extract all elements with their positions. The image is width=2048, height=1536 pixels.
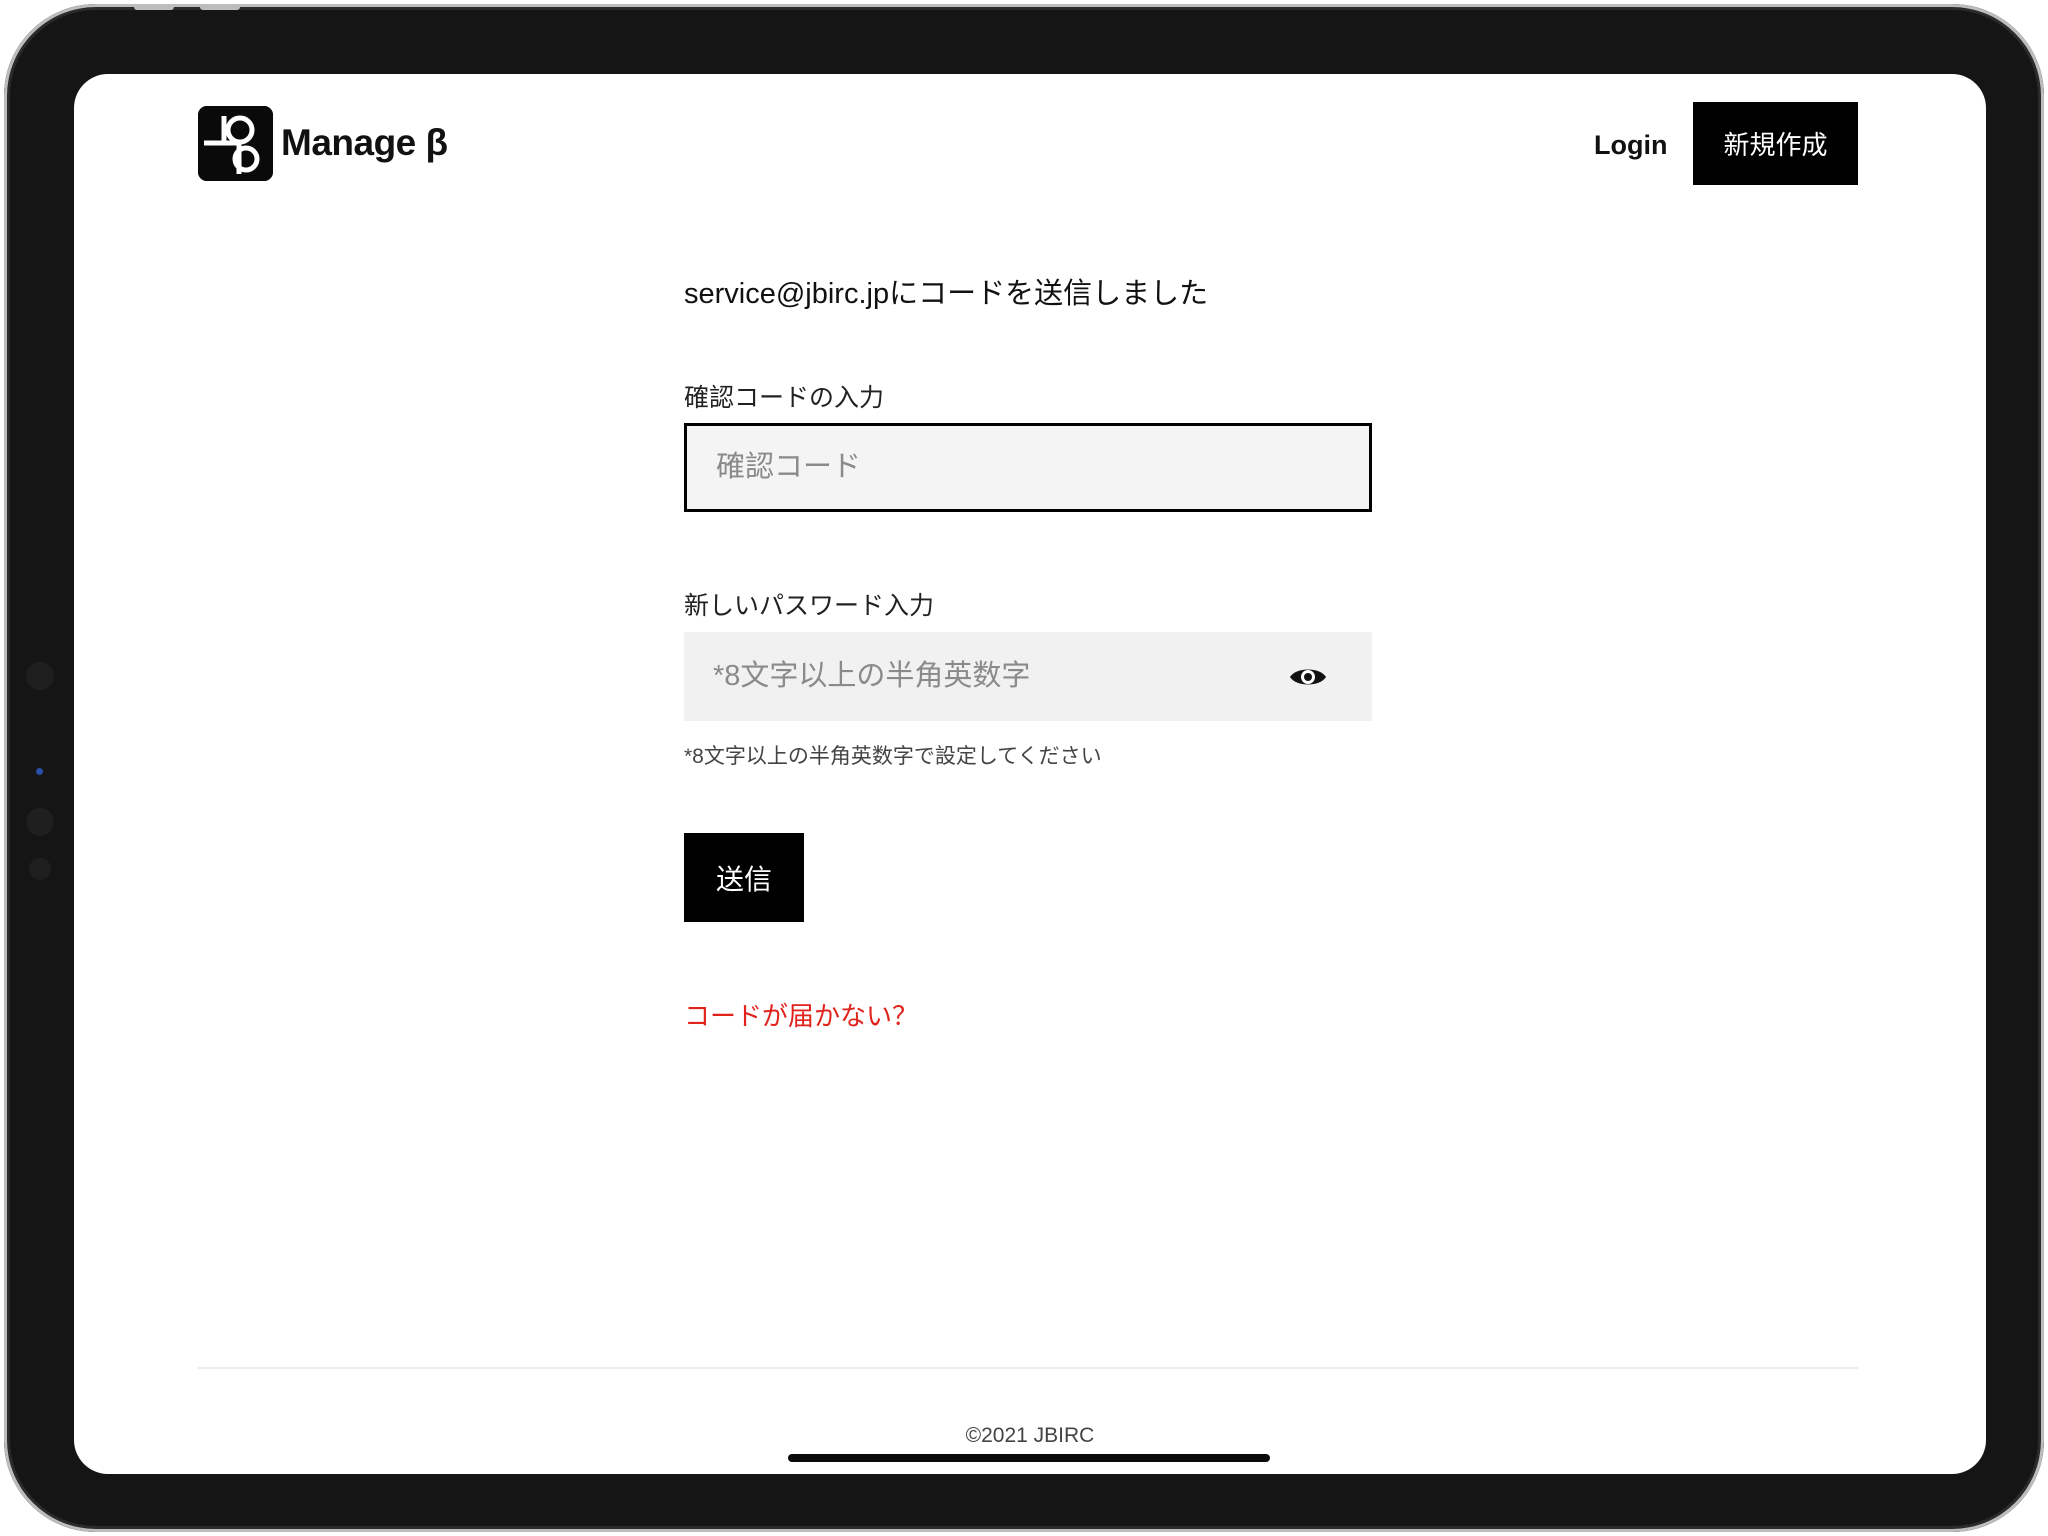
code-sent-message: service@jbirc.jpにコードを送信しました <box>684 278 1209 310</box>
submit-button[interactable]: 送信 <box>684 833 804 922</box>
device-button <box>134 4 174 10</box>
screen: Manage β Login 新規作成 service@jbirc.jpにコード… <box>74 74 1986 1474</box>
login-link[interactable]: Login <box>1594 130 1667 161</box>
device-frame: Manage β Login 新規作成 service@jbirc.jpにコード… <box>4 4 2044 1532</box>
device-sensor <box>29 858 51 880</box>
code-not-received-link[interactable]: コードが届かない？ <box>684 996 918 1033</box>
verification-code-input[interactable] <box>684 423 1372 512</box>
password-label: 新しいパスワード入力 <box>684 592 935 620</box>
logo-mark-icon[interactable] <box>198 106 273 181</box>
footer-divider <box>198 1367 1858 1369</box>
device-button <box>200 4 240 10</box>
eye-icon[interactable] <box>1288 660 1328 694</box>
new-password-input[interactable] <box>684 632 1372 721</box>
password-hint: *8文字以上の半角英数字で設定してください <box>684 745 1102 768</box>
device-led <box>36 768 43 775</box>
logo-text: Manage β <box>281 122 448 163</box>
copyright: ©2021 JBIRC <box>965 1424 1095 1447</box>
create-account-button[interactable]: 新規作成 <box>1693 102 1858 185</box>
device-sensor <box>26 662 54 690</box>
code-label: 確認コードの入力 <box>684 384 885 412</box>
home-indicator[interactable] <box>788 1454 1270 1462</box>
device-sensor <box>26 808 54 836</box>
